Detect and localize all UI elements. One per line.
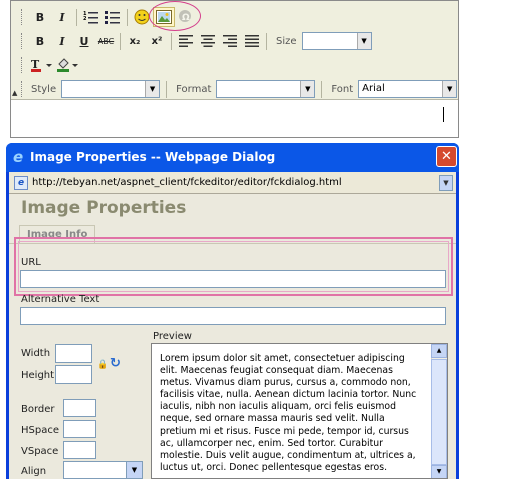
preview-text: Lorem ipsum dolor sit amet, consectetuer… [160, 353, 417, 473]
alt-text-input[interactable] [20, 307, 446, 325]
chevron-down-icon: ▼ [300, 81, 315, 97]
close-button[interactable]: ✕ [436, 146, 457, 167]
toolbar-grip[interactable] [21, 57, 25, 73]
italic-button[interactable]: I [51, 31, 73, 51]
scroll-thumb[interactable] [431, 359, 447, 465]
height-input[interactable] [55, 365, 92, 384]
toolbar-grip[interactable] [21, 81, 25, 97]
align-justify-button[interactable] [241, 31, 263, 51]
align-select[interactable]: ▼ [63, 461, 143, 479]
chevron-down-icon[interactable]: ▼ [439, 174, 453, 191]
editor-toolbar: B I 12 Ω B I U ABC x₂ x² Size ▼ T Style … [11, 1, 458, 100]
toolbar-separator [166, 80, 168, 98]
address-bar: e http://tebyan.net/aspnet_client/fckedi… [9, 172, 456, 194]
screen: B I 12 Ω B I U ABC x₂ x² Size ▼ T Style … [0, 0, 512, 479]
toolbar-row-2: B I U ABC x₂ x² Size ▼ [11, 29, 372, 53]
border-input[interactable] [63, 399, 96, 417]
ordered-list-icon: 12 [83, 11, 98, 24]
highlight-ellipse [149, 1, 201, 31]
toolbar-separator [171, 32, 172, 50]
url-input[interactable] [20, 270, 446, 288]
unordered-list-icon [105, 11, 120, 24]
preview-scrollbar[interactable]: ▲ ▼ [431, 344, 447, 478]
alt-text-label: Alternative Text [21, 294, 100, 305]
toolbar-separator [266, 32, 267, 50]
align-left-icon [179, 35, 193, 47]
unordered-list-button[interactable] [102, 7, 124, 27]
width-input[interactable] [55, 344, 92, 363]
font-select[interactable]: Arial ▼ [358, 80, 458, 98]
preview-box: Lorem ipsum dolor sit amet, consectetuer… [151, 343, 448, 479]
align-center-button[interactable] [197, 31, 219, 51]
style-label: Style [31, 83, 57, 95]
scroll-up-icon[interactable]: ▲ [431, 344, 447, 358]
background-color-icon [57, 58, 78, 72]
align-label: Align [21, 466, 47, 477]
chevron-down-icon: ▼ [442, 81, 457, 97]
dialog-heading: Image Properties [21, 198, 187, 218]
vspace-label: VSpace [21, 446, 59, 457]
toolbar-separator [321, 80, 323, 98]
height-label: Height [21, 370, 55, 381]
align-center-icon [201, 35, 215, 47]
toolbar-grip[interactable] [21, 33, 25, 49]
collapse-toolbar-icon[interactable]: ▲ [12, 89, 17, 97]
toolbar-row-4: Style ▼ Format ▼ Font Arial ▼ [11, 77, 458, 101]
scroll-down-icon[interactable]: ▼ [431, 465, 447, 478]
hspace-input[interactable] [63, 420, 96, 438]
superscript-button[interactable]: x² [146, 31, 168, 51]
rich-text-editor: B I 12 Ω B I U ABC x₂ x² Size ▼ T Style … [10, 0, 459, 138]
format-label: Format [176, 83, 212, 95]
toolbar-row-3: T [11, 53, 81, 77]
chevron-down-icon: ▼ [145, 81, 160, 97]
align-justify-icon [245, 35, 259, 47]
ordered-list-button[interactable]: 12 [80, 7, 102, 27]
toolbar-separator [76, 8, 77, 26]
lock-icon[interactable]: 🔒 [97, 360, 108, 370]
size-select[interactable]: ▼ [301, 32, 372, 50]
align-right-icon [223, 35, 237, 47]
background-color-button[interactable] [55, 55, 81, 75]
border-label: Border [21, 404, 55, 415]
chevron-down-icon: ▼ [356, 33, 371, 49]
width-label: Width [21, 348, 51, 359]
align-left-button[interactable] [175, 31, 197, 51]
font-label: Font [331, 83, 354, 95]
toolbar-separator [120, 32, 121, 50]
style-select[interactable]: ▼ [61, 80, 161, 98]
smiley-icon [134, 9, 150, 25]
subscript-button[interactable]: x₂ [124, 31, 146, 51]
url-label: URL [21, 257, 41, 268]
italic-button[interactable]: I [51, 7, 73, 27]
dialog-title: Image Properties -- Webpage Dialog [30, 150, 276, 164]
text-cursor [443, 107, 444, 122]
ie-icon: e [13, 148, 24, 166]
preview-label: Preview [153, 331, 192, 342]
underline-button[interactable]: U [73, 31, 95, 51]
text-color-icon: T [31, 58, 52, 72]
toolbar-separator [127, 8, 128, 26]
address-text[interactable]: http://tebyan.net/aspnet_client/fckedito… [32, 177, 439, 188]
align-right-button[interactable] [219, 31, 241, 51]
toolbar-grip[interactable] [21, 9, 25, 25]
dialog-titlebar[interactable]: e Image Properties -- Webpage Dialog ✕ [6, 143, 459, 172]
strikethrough-button[interactable]: ABC [95, 31, 117, 51]
page-icon: e [14, 175, 28, 190]
text-color-button[interactable]: T [29, 55, 55, 75]
bold-button[interactable]: B [29, 7, 51, 27]
reset-size-icon[interactable]: ↻ [110, 356, 121, 371]
svg-text:2: 2 [83, 16, 87, 22]
vspace-input[interactable] [63, 441, 96, 459]
size-label: Size [276, 35, 297, 47]
chevron-down-icon: ▼ [126, 462, 142, 478]
hspace-label: HSpace [21, 425, 59, 436]
font-value: Arial [362, 83, 385, 94]
format-select[interactable]: ▼ [216, 80, 316, 98]
bold-button[interactable]: B [29, 31, 51, 51]
